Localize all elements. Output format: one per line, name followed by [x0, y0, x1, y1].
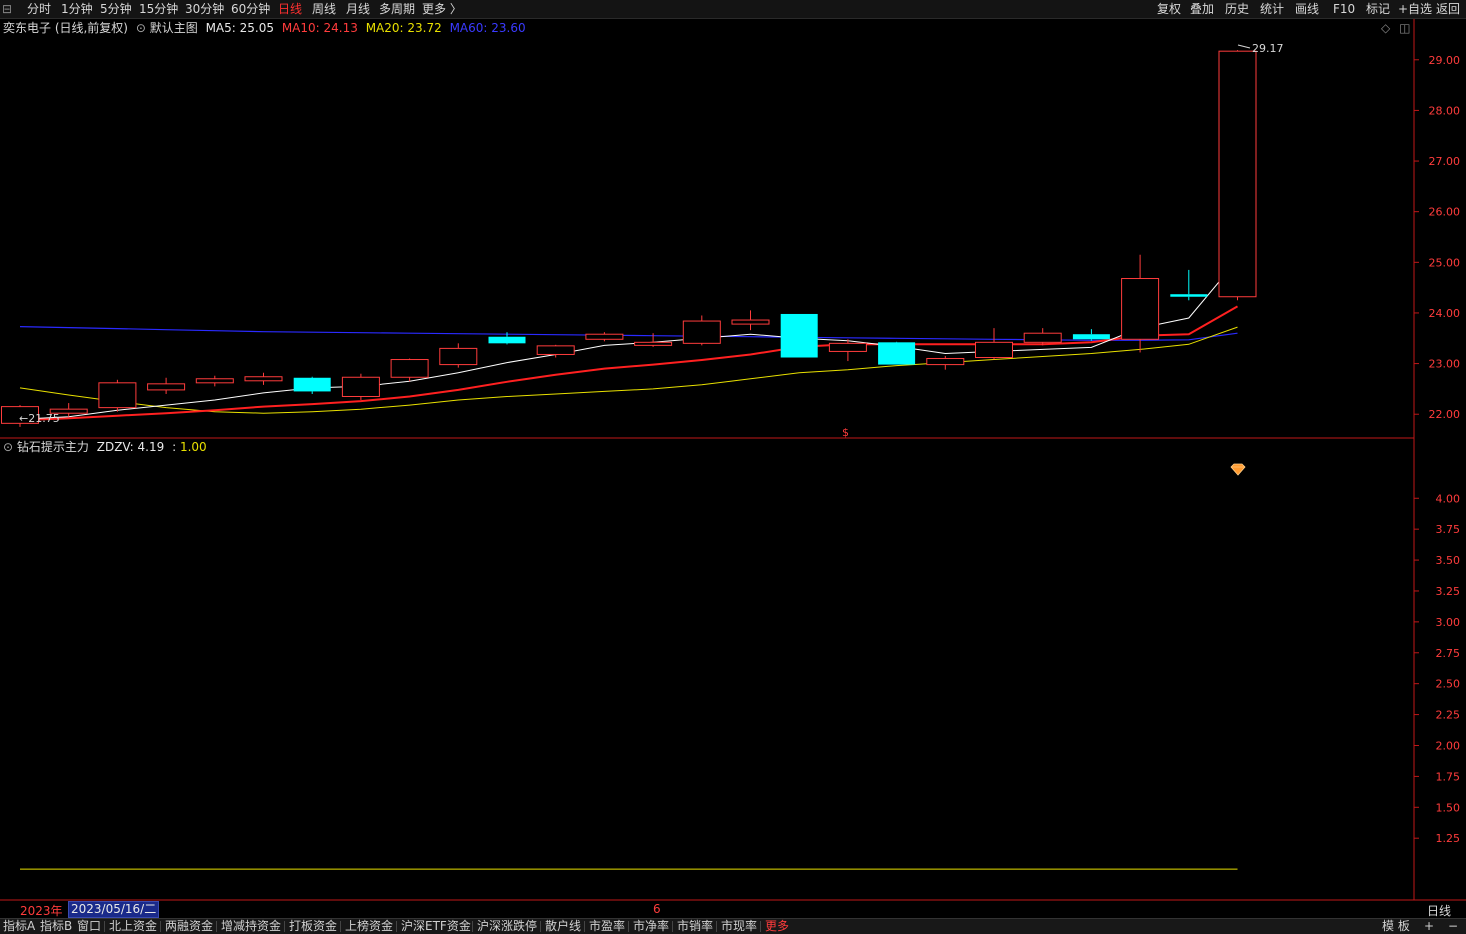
- candle-body: [828, 342, 867, 352]
- year-label: 2023年: [20, 904, 63, 918]
- tab-retail-line[interactable]: 散户线: [545, 919, 581, 934]
- candle: [1072, 329, 1110, 341]
- candle: [341, 373, 380, 401]
- candle-body: [293, 377, 331, 392]
- candle-body: [634, 341, 673, 346]
- sub-axis-label: 3.50: [1436, 554, 1461, 567]
- candle: [682, 315, 721, 346]
- low-price-annotation: ←21.75: [19, 412, 60, 425]
- indicator-tab-bar: 指标A 指标B 窗口 北上资金 两融资金 增减持资金 打板资金 上榜资金 沪深E…: [0, 918, 1466, 934]
- sub-axis-label: 1.75: [1436, 770, 1461, 783]
- tab-pe-ratio[interactable]: 市盈率: [589, 919, 625, 934]
- add-window-button[interactable]: +: [1424, 919, 1434, 934]
- candle: [731, 310, 770, 331]
- diamond-icon: [1230, 463, 1246, 476]
- candle: [585, 332, 624, 342]
- candle-body: [1121, 278, 1160, 340]
- main-axis-label: 22.00: [1429, 408, 1461, 421]
- candle-body: [926, 358, 965, 366]
- candle-body: [585, 333, 624, 340]
- candle-body: [780, 313, 818, 358]
- tab-indicator-b[interactable]: 指标B: [40, 919, 72, 934]
- sub-axis-label: 2.00: [1436, 739, 1461, 752]
- tab-limit-stats[interactable]: 沪深涨跌停: [477, 919, 537, 934]
- sub-axis-label: 4.00: [1436, 492, 1461, 505]
- candle-body: [731, 319, 770, 325]
- candle-body: [1023, 332, 1062, 343]
- sub-axis-label: 2.50: [1436, 678, 1461, 691]
- candle-body: [536, 345, 575, 355]
- candle-body: [341, 376, 380, 397]
- candle-body: [390, 359, 429, 378]
- candlesticks: [1, 50, 1257, 427]
- date-strip: 2023年 2023/05/16/二 6 日线: [0, 901, 1466, 918]
- main-axis-label: 29.00: [1429, 54, 1461, 67]
- candle-body: [1170, 294, 1208, 297]
- tab-pb-ratio[interactable]: 市净率: [633, 919, 669, 934]
- candle: [1170, 269, 1208, 301]
- candle: [536, 344, 575, 358]
- candle: [1121, 254, 1160, 353]
- main-axis-label: 24.00: [1429, 307, 1461, 320]
- cursor-date: 2023/05/16/二: [68, 901, 160, 918]
- main-axis-label: 23.00: [1429, 358, 1461, 371]
- candle-body: [439, 347, 478, 366]
- high-pointer: [1237, 44, 1251, 49]
- candle: [244, 372, 283, 385]
- sub-axis-label: 3.00: [1436, 616, 1461, 629]
- tab-ps-ratio[interactable]: 市销率: [677, 919, 713, 934]
- tab-etf-funds[interactable]: 沪深ETF资金: [401, 919, 471, 934]
- tab-limit-up-funds[interactable]: 打板资金: [289, 919, 337, 934]
- sub-axis-label: 1.25: [1436, 832, 1461, 845]
- sub-axis-label: 1.50: [1436, 801, 1461, 814]
- price-axes: 29.00 28.00 27.00 26.00 25.00 24.00 23.00 22.00…: [1414, 54, 1460, 845]
- candle: [1023, 328, 1062, 346]
- candle: [195, 375, 234, 387]
- main-axis-label: 28.00: [1429, 104, 1461, 117]
- candle: [147, 377, 186, 394]
- sub-axis-label: 2.75: [1436, 647, 1461, 660]
- candle: [98, 379, 137, 412]
- candle-body: [1218, 50, 1257, 298]
- candle-body: [488, 336, 526, 344]
- remove-window-button[interactable]: −: [1448, 919, 1458, 934]
- candle-body: [878, 342, 916, 365]
- high-price-annotation: 29.17: [1252, 42, 1284, 55]
- tab-indicator-a[interactable]: 指标A: [3, 919, 35, 934]
- period-label: 日线: [1427, 904, 1452, 918]
- ma10-line: [19, 305, 1238, 422]
- candle: [975, 328, 1013, 360]
- main-axis-label: 25.00: [1429, 256, 1461, 269]
- candle: [439, 343, 478, 368]
- candle: [390, 358, 429, 382]
- candle: [1218, 50, 1257, 301]
- candle-body: [195, 378, 234, 384]
- candle-body: [682, 320, 721, 344]
- kline-chart[interactable]: 29.00 28.00 27.00 26.00 25.00 24.00 23.00 22.00…: [0, 0, 1466, 933]
- tab-more-indicators[interactable]: 更多: [765, 919, 789, 934]
- tab-margin-funds[interactable]: 两融资金: [165, 919, 213, 934]
- tab-pcf-ratio[interactable]: 市现率: [721, 919, 757, 934]
- main-axis-label: 27.00: [1429, 155, 1461, 168]
- candle: [293, 376, 331, 394]
- main-axis-label: 26.00: [1429, 206, 1461, 219]
- sub-axis-label: 2.25: [1436, 709, 1461, 722]
- candle: [878, 341, 916, 365]
- candle-body: [98, 382, 137, 409]
- candle: [926, 355, 965, 370]
- event-marker-icon[interactable]: $: [842, 426, 849, 439]
- candle: [780, 313, 818, 358]
- tab-top-list-funds[interactable]: 上榜资金: [345, 919, 393, 934]
- month-marker: 6: [653, 902, 661, 916]
- tab-holding-change-funds[interactable]: 增减持资金: [221, 919, 281, 934]
- candle-body: [244, 376, 283, 382]
- candle-body: [975, 341, 1013, 359]
- sub-axis-label: 3.25: [1436, 585, 1461, 598]
- candle-body: [147, 383, 186, 391]
- candle-body: [1072, 334, 1110, 340]
- tab-northbound-funds[interactable]: 北上资金: [109, 919, 157, 934]
- sub-axis-label: 3.75: [1436, 523, 1461, 536]
- tab-window[interactable]: 窗口: [77, 919, 101, 934]
- template-button[interactable]: 模 板: [1382, 919, 1410, 934]
